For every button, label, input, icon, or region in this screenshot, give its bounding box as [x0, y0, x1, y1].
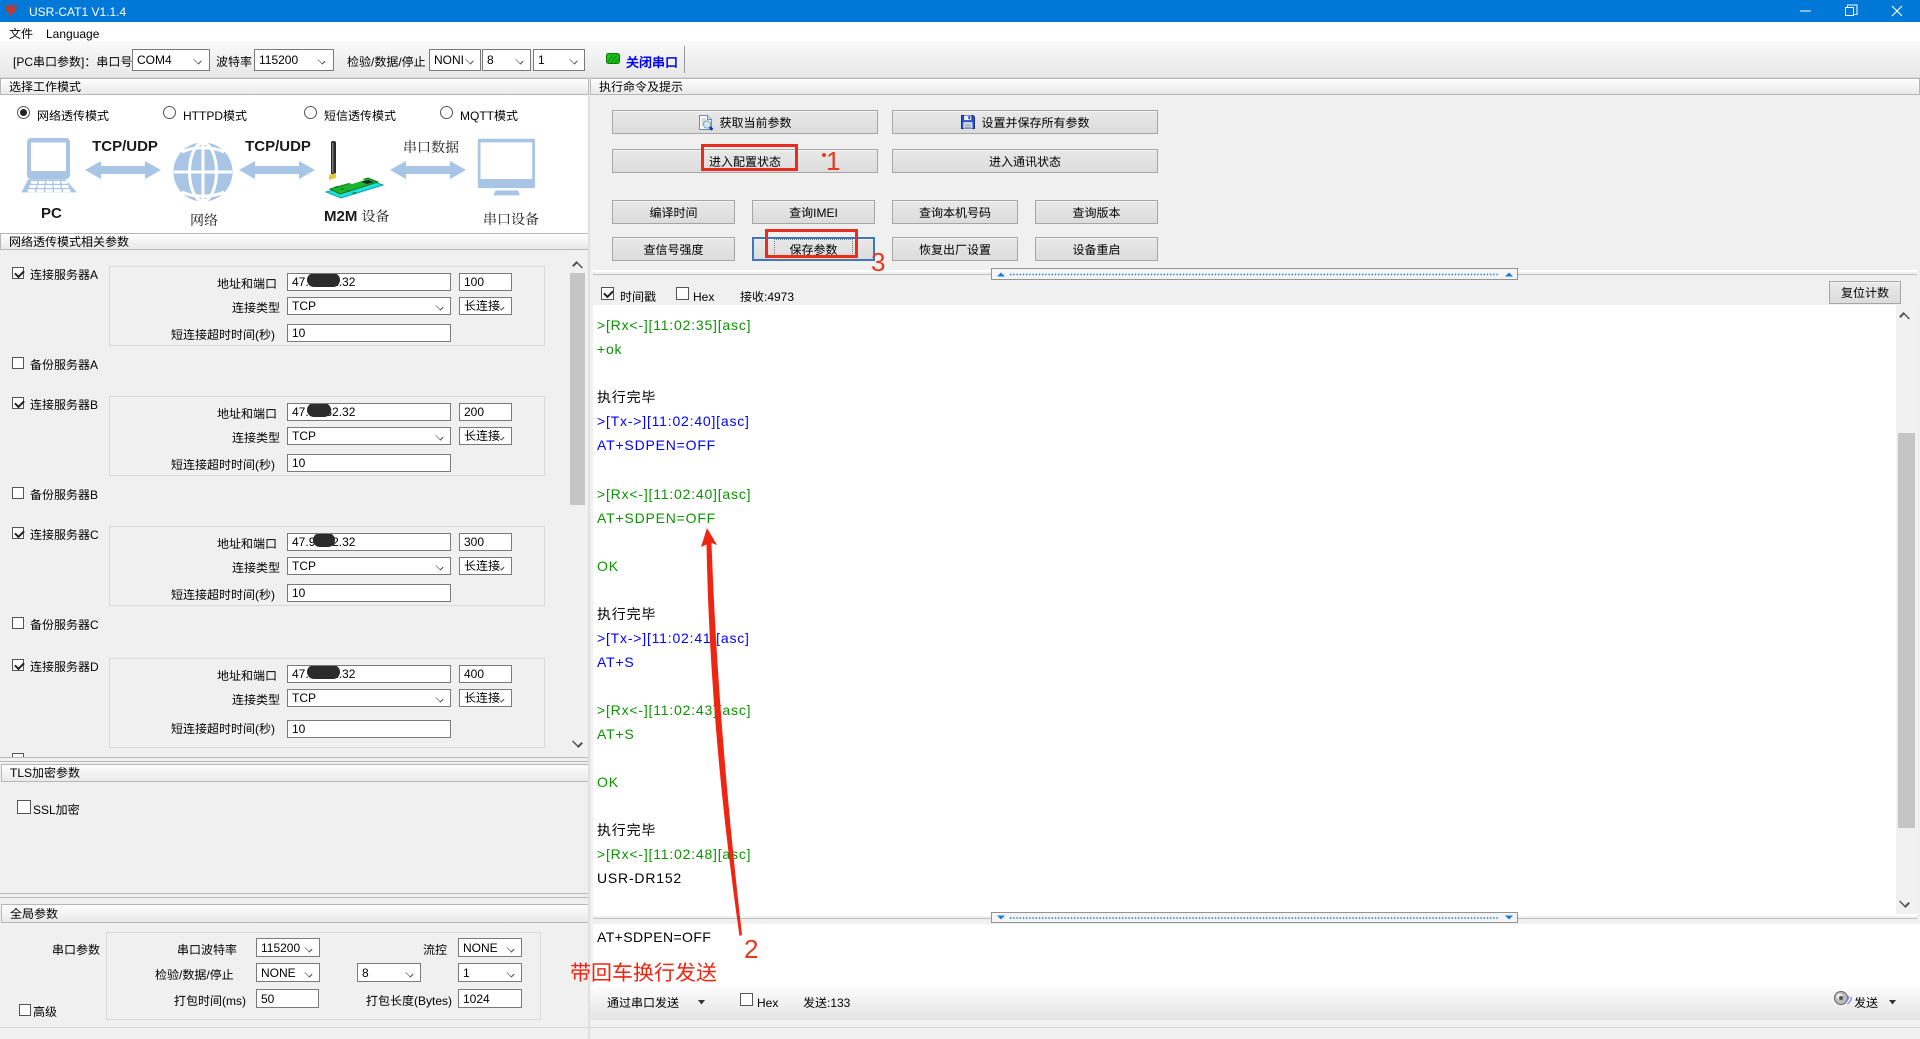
svg-text:网络: 网络 [190, 210, 218, 230]
svg-text:PC: PC [41, 205, 62, 222]
svg-text:M2M 设备: M2M 设备 [324, 206, 390, 226]
svg-text:串口数据: 串口数据 [403, 137, 459, 157]
svg-text:TCP/UDP: TCP/UDP [92, 138, 158, 155]
svg-text:TCP/UDP: TCP/UDP [245, 138, 311, 155]
svg-text:串口设备: 串口设备 [483, 209, 539, 229]
